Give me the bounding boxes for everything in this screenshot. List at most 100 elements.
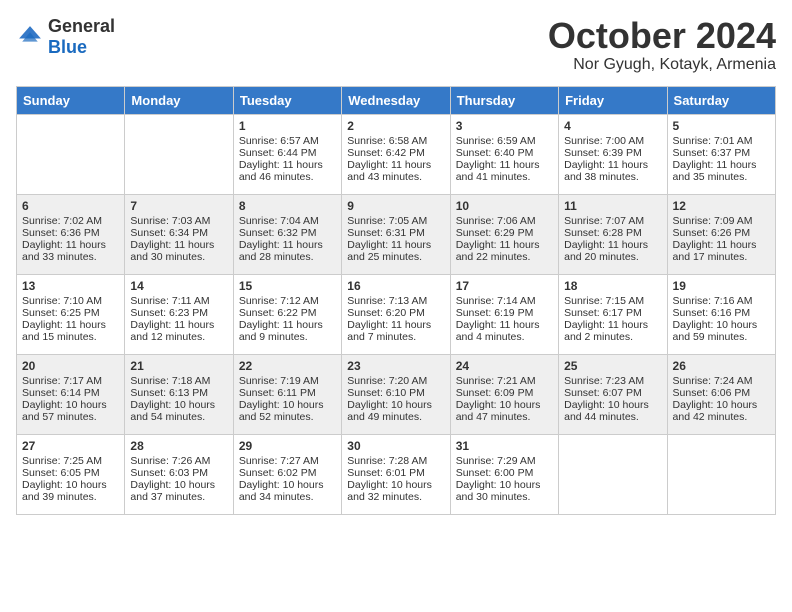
daylight-text: Daylight: 11 hours and 20 minutes.	[564, 239, 648, 263]
calendar-cell: 24Sunrise: 7:21 AMSunset: 6:09 PMDayligh…	[450, 354, 558, 434]
sunset-text: Sunset: 6:02 PM	[239, 467, 317, 479]
sunrise-text: Sunrise: 7:05 AM	[347, 215, 427, 227]
sunset-text: Sunset: 6:05 PM	[22, 467, 100, 479]
calendar-cell: 23Sunrise: 7:20 AMSunset: 6:10 PMDayligh…	[342, 354, 450, 434]
calendar-cell: 18Sunrise: 7:15 AMSunset: 6:17 PMDayligh…	[559, 274, 667, 354]
day-number: 23	[347, 359, 444, 373]
sunset-text: Sunset: 6:39 PM	[564, 147, 642, 159]
daylight-text: Daylight: 11 hours and 46 minutes.	[239, 159, 323, 183]
calendar-cell: 12Sunrise: 7:09 AMSunset: 6:26 PMDayligh…	[667, 194, 775, 274]
page-header: General Blue October 2024 Nor Gyugh, Kot…	[16, 16, 776, 74]
daylight-text: Daylight: 11 hours and 35 minutes.	[673, 159, 757, 183]
daylight-text: Daylight: 10 hours and 54 minutes.	[130, 399, 215, 423]
daylight-text: Daylight: 11 hours and 25 minutes.	[347, 239, 431, 263]
day-number: 1	[239, 119, 336, 133]
day-number: 6	[22, 199, 119, 213]
calendar-cell: 17Sunrise: 7:14 AMSunset: 6:19 PMDayligh…	[450, 274, 558, 354]
day-of-week-header: Saturday	[667, 86, 775, 114]
daylight-text: Daylight: 10 hours and 42 minutes.	[673, 399, 758, 423]
sunrise-text: Sunrise: 6:59 AM	[456, 135, 536, 147]
day-number: 22	[239, 359, 336, 373]
calendar-cell: 6Sunrise: 7:02 AMSunset: 6:36 PMDaylight…	[17, 194, 125, 274]
calendar-cell: 9 Sunrise: 7:05 AMSunset: 6:31 PMDaylight…	[342, 194, 450, 274]
day-number: 21	[130, 359, 227, 373]
calendar-week-row: 6Sunrise: 7:02 AMSunset: 6:36 PMDaylight…	[17, 194, 776, 274]
day-number: 11	[564, 199, 661, 213]
day-number: 15	[239, 279, 336, 293]
calendar-cell: 11 Sunrise: 7:07 AMSunset: 6:28 PMDayligh…	[559, 194, 667, 274]
calendar-cell: 29Sunrise: 7:27 AMSunset: 6:02 PMDayligh…	[233, 434, 341, 514]
sunset-text: Sunset: 6:17 PM	[564, 307, 642, 319]
day-number: 8	[239, 199, 336, 213]
day-of-week-header: Monday	[125, 86, 233, 114]
calendar-cell: 19Sunrise: 7:16 AMSunset: 6:16 PMDayligh…	[667, 274, 775, 354]
day-number: 7	[130, 199, 227, 213]
calendar-cell	[559, 434, 667, 514]
daylight-text: Daylight: 10 hours and 59 minutes.	[673, 319, 758, 343]
daylight-text: Daylight: 11 hours and 41 minutes.	[456, 159, 540, 183]
calendar-cell	[17, 114, 125, 194]
daylight-text: Daylight: 11 hours and 15 minutes.	[22, 319, 106, 343]
sunrise-text: Sunrise: 7:18 AM	[130, 375, 210, 387]
location-subtitle: Nor Gyugh, Kotayk, Armenia	[548, 56, 776, 74]
sunset-text: Sunset: 6:42 PM	[347, 147, 425, 159]
calendar-cell: 3Sunrise: 6:59 AMSunset: 6:40 PMDaylight…	[450, 114, 558, 194]
sunset-text: Sunset: 6:23 PM	[130, 307, 208, 319]
sunrise-text: Sunrise: 7:11 AM	[130, 295, 209, 307]
calendar-cell: 26Sunrise: 7:24 AMSunset: 6:06 PMDayligh…	[667, 354, 775, 434]
calendar-cell: 15Sunrise: 7:12 AMSunset: 6:22 PMDayligh…	[233, 274, 341, 354]
sunset-text: Sunset: 6:25 PM	[22, 307, 100, 319]
sunrise-text: Sunrise: 7:07 AM	[564, 215, 644, 227]
sunset-text: Sunset: 6:09 PM	[456, 387, 534, 399]
day-of-week-header: Tuesday	[233, 86, 341, 114]
calendar-cell: 2Sunrise: 6:58 AMSunset: 6:42 PMDaylight…	[342, 114, 450, 194]
month-title: October 2024	[548, 16, 776, 56]
sunrise-text: Sunrise: 6:58 AM	[347, 135, 427, 147]
sunset-text: Sunset: 6:28 PM	[564, 227, 642, 239]
sunrise-text: Sunrise: 7:19 AM	[239, 375, 319, 387]
sunrise-text: Sunrise: 7:15 AM	[564, 295, 644, 307]
sunrise-text: Sunrise: 7:21 AM	[456, 375, 536, 387]
sunset-text: Sunset: 6:31 PM	[347, 227, 425, 239]
day-number: 14	[130, 279, 227, 293]
sunset-text: Sunset: 6:29 PM	[456, 227, 534, 239]
sunrise-text: Sunrise: 7:09 AM	[673, 215, 753, 227]
day-number: 2	[347, 119, 444, 133]
sunset-text: Sunset: 6:32 PM	[239, 227, 317, 239]
day-of-week-header: Thursday	[450, 86, 558, 114]
sunset-text: Sunset: 6:06 PM	[673, 387, 751, 399]
daylight-text: Daylight: 11 hours and 7 minutes.	[347, 319, 431, 343]
sunrise-text: Sunrise: 7:14 AM	[456, 295, 536, 307]
calendar-cell: 7Sunrise: 7:03 AMSunset: 6:34 PMDaylight…	[125, 194, 233, 274]
daylight-text: Daylight: 10 hours and 44 minutes.	[564, 399, 649, 423]
sunset-text: Sunset: 6:36 PM	[22, 227, 100, 239]
sunrise-text: Sunrise: 7:25 AM	[22, 455, 102, 467]
daylight-text: Daylight: 11 hours and 2 minutes.	[564, 319, 648, 343]
sunset-text: Sunset: 6:14 PM	[22, 387, 100, 399]
day-number: 20	[22, 359, 119, 373]
calendar-cell: 14Sunrise: 7:11 AMSunset: 6:23 PMDayligh…	[125, 274, 233, 354]
sunrise-text: Sunrise: 7:13 AM	[347, 295, 427, 307]
calendar-cell: 16Sunrise: 7:13 AMSunset: 6:20 PMDayligh…	[342, 274, 450, 354]
day-number: 26	[673, 359, 770, 373]
day-number: 9	[347, 199, 444, 213]
calendar-cell: 5Sunrise: 7:01 AMSunset: 6:37 PMDaylight…	[667, 114, 775, 194]
sunrise-text: Sunrise: 7:28 AM	[347, 455, 427, 467]
daylight-text: Daylight: 10 hours and 34 minutes.	[239, 479, 324, 503]
daylight-text: Daylight: 11 hours and 17 minutes.	[673, 239, 757, 263]
sunrise-text: Sunrise: 7:23 AM	[564, 375, 644, 387]
day-number: 4	[564, 119, 661, 133]
sunset-text: Sunset: 6:19 PM	[456, 307, 534, 319]
day-number: 19	[673, 279, 770, 293]
calendar-cell: 31Sunrise: 7:29 AMSunset: 6:00 PMDayligh…	[450, 434, 558, 514]
sunset-text: Sunset: 6:13 PM	[130, 387, 208, 399]
day-of-week-header: Sunday	[17, 86, 125, 114]
calendar-cell: 4Sunrise: 7:00 AMSunset: 6:39 PMDaylight…	[559, 114, 667, 194]
calendar-week-row: 20Sunrise: 7:17 AMSunset: 6:14 PMDayligh…	[17, 354, 776, 434]
calendar-cell: 25Sunrise: 7:23 AMSunset: 6:07 PMDayligh…	[559, 354, 667, 434]
calendar-cell: 8Sunrise: 7:04 AMSunset: 6:32 PMDaylight…	[233, 194, 341, 274]
sunset-text: Sunset: 6:01 PM	[347, 467, 425, 479]
calendar-cell: 20Sunrise: 7:17 AMSunset: 6:14 PMDayligh…	[17, 354, 125, 434]
daylight-text: Daylight: 10 hours and 52 minutes.	[239, 399, 324, 423]
calendar-cell: 13Sunrise: 7:10 AMSunset: 6:25 PMDayligh…	[17, 274, 125, 354]
